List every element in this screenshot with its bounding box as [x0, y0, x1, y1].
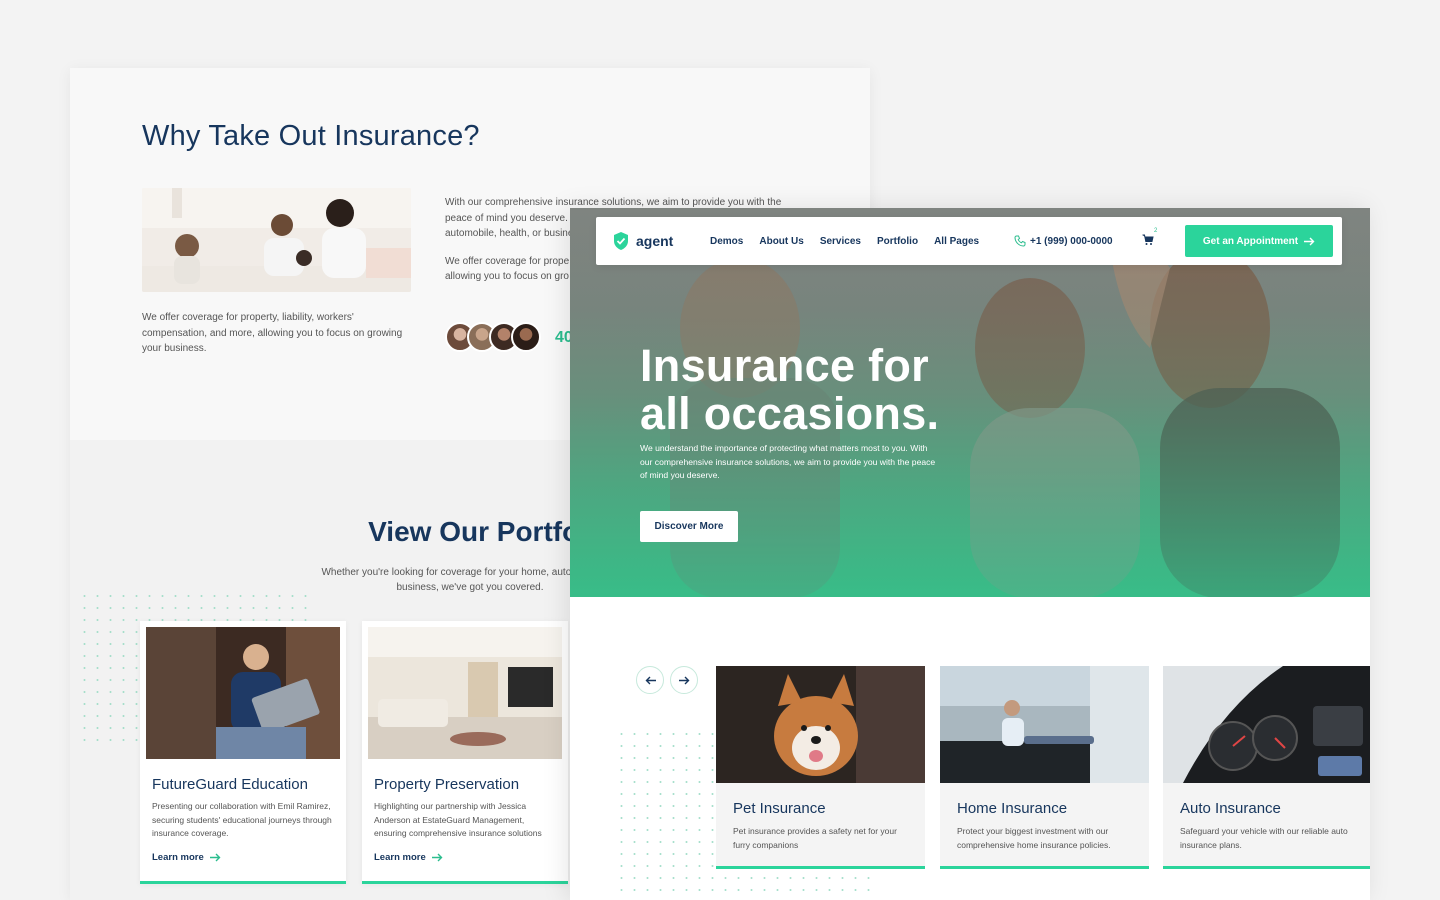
arrow-right-icon [431, 853, 443, 862]
hero-title: Insurance for all occasions. [640, 340, 940, 439]
portfolio-card-title: FutureGuard Education [152, 776, 308, 793]
service-card-image [940, 666, 1149, 783]
nav-item-about-us[interactable]: About Us [759, 236, 803, 247]
service-card-title: Home Insurance [957, 800, 1068, 817]
learn-more-link[interactable]: Learn more [374, 852, 443, 863]
service-card-image [716, 666, 925, 783]
learn-more-label: Learn more [374, 852, 426, 863]
service-card-title: Pet Insurance [733, 800, 826, 817]
why-right-line: We offer coverage for prope [445, 255, 570, 267]
learn-more-link[interactable]: Learn more [152, 852, 221, 863]
portfolio-card-image [146, 627, 340, 759]
why-left-text: We offer coverage for property, liabilit… [142, 312, 403, 354]
arrow-right-icon [209, 853, 221, 862]
navbar: agent Demos About Us Services Portfolio … [596, 217, 1342, 265]
service-card-description: Safeguard your vehicle with our reliable… [1180, 826, 1348, 850]
service-card[interactable]: Auto Insurance Safeguard your vehicle wi… [1163, 666, 1370, 869]
nav-item-demos[interactable]: Demos [710, 236, 743, 247]
get-appointment-button[interactable]: Get an Appointment [1185, 225, 1333, 257]
phone-link[interactable]: +1 (999) 000-0000 [1014, 217, 1113, 265]
family-photo [142, 188, 411, 292]
service-card-image [1163, 666, 1370, 783]
portfolio-card-image [368, 627, 562, 759]
hero-section: agent Demos About Us Services Portfolio … [570, 208, 1370, 597]
nav-item-portfolio[interactable]: Portfolio [877, 236, 918, 247]
hero-description: We understand the importance of protecti… [640, 443, 936, 480]
arrow-left-icon [645, 676, 656, 684]
carousel-prev-button[interactable] [636, 666, 664, 694]
why-right-line: allowing you to focus on gro [445, 271, 569, 282]
nav-menu: Demos About Us Services Portfolio All Pa… [710, 217, 979, 265]
phone-number: +1 (999) 000-0000 [1030, 235, 1113, 247]
service-card-title: Auto Insurance [1180, 800, 1281, 817]
why-right-line: peace of mind you deserve. [445, 212, 568, 224]
discover-more-button[interactable]: Discover More [640, 511, 738, 542]
why-right-line: With our comprehensive insurance solutio… [445, 197, 782, 208]
why-right-line: automobile, health, or busine [445, 228, 574, 239]
logo[interactable]: agent [612, 231, 673, 251]
portfolio-card-description: Highlighting our partnership with Jessic… [374, 801, 542, 838]
front-page-preview: agent Demos About Us Services Portfolio … [570, 208, 1370, 900]
portfolio-card[interactable]: Property Preservation Highlighting our p… [362, 621, 568, 884]
service-card-description: Pet insurance provides a safety net for … [733, 826, 897, 850]
cart-count-badge: 2 [1154, 228, 1158, 234]
portfolio-card-title: Property Preservation [374, 776, 520, 793]
shield-check-icon [614, 232, 628, 250]
nav-item-services[interactable]: Services [820, 236, 861, 247]
cart-button[interactable]: 2 [1142, 228, 1158, 249]
why-title: Why Take Out Insurance? [142, 120, 480, 152]
cta-label: Get an Appointment [1202, 235, 1299, 247]
nav-item-all-pages[interactable]: All Pages [934, 236, 979, 247]
service-card-description: Protect your biggest investment with our… [957, 826, 1111, 850]
portfolio-card[interactable]: FutureGuard Education Presenting our col… [140, 621, 346, 884]
arrow-right-icon [1304, 237, 1315, 245]
cart-icon [1142, 234, 1154, 245]
portfolio-card-description: Presenting our collaboration with Emil R… [152, 801, 332, 838]
logo-text: agent [636, 233, 674, 249]
service-card[interactable]: Home Insurance Protect your biggest inve… [940, 666, 1149, 869]
service-card[interactable]: Pet Insurance Pet insurance provides a s… [716, 666, 925, 869]
carousel-next-button[interactable] [670, 666, 698, 694]
customer-avatars [445, 322, 541, 352]
avatar [511, 322, 541, 352]
learn-more-label: Learn more [152, 852, 204, 863]
phone-icon [1014, 235, 1026, 247]
arrow-right-icon [678, 676, 689, 684]
